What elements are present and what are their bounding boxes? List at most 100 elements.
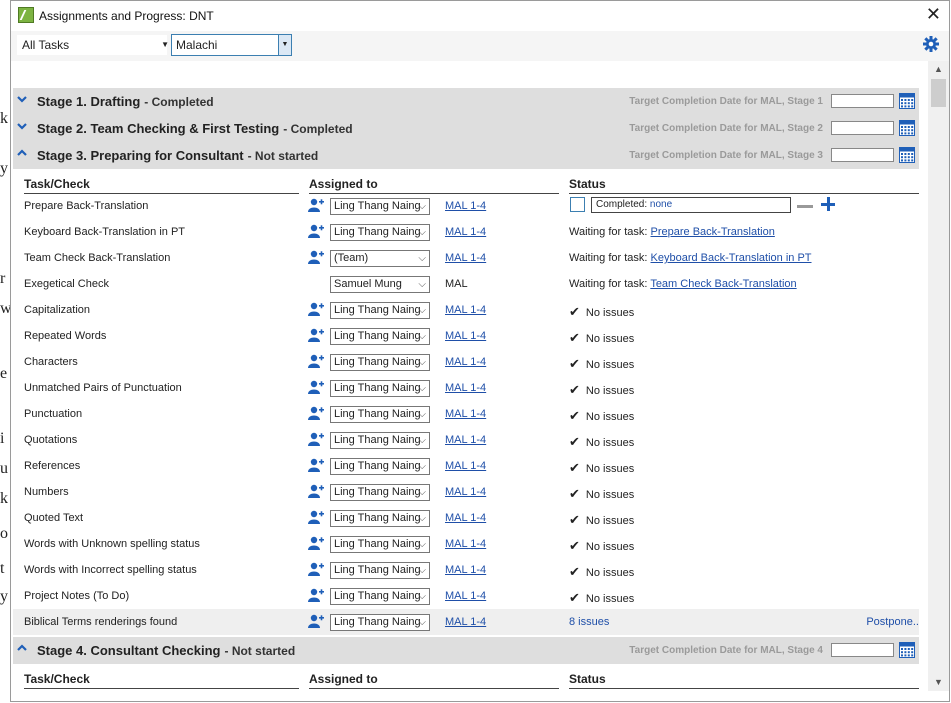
chevron-down-icon[interactable] [16, 120, 28, 132]
assign-user-icon[interactable] [308, 432, 324, 446]
scope-reference[interactable]: MAL 1-4 [445, 460, 486, 472]
assignee-value: Ling Thang Naing [334, 408, 421, 420]
assignee-dropdown[interactable]: Ling Thang Naing ⌵ [330, 224, 430, 241]
assign-user-icon[interactable] [308, 588, 324, 602]
status-task-link[interactable]: Team Check Back-Translation [650, 278, 796, 290]
chevron-up-icon[interactable] [16, 642, 28, 654]
assignee-value: Ling Thang Naing [334, 512, 421, 524]
scope-reference[interactable]: MAL 1-4 [445, 564, 486, 576]
assignee-dropdown[interactable]: Ling Thang Naing ⌵ [330, 614, 430, 631]
target-date-input[interactable] [831, 94, 894, 108]
assign-user-icon[interactable] [308, 536, 324, 550]
assignee-dropdown[interactable]: Ling Thang Naing ⌵ [330, 354, 430, 371]
target-date-input[interactable] [831, 121, 894, 135]
scope-reference[interactable]: MAL 1-4 [445, 512, 486, 524]
postpone-link[interactable]: Postpone... [866, 616, 919, 628]
assignee-dropdown[interactable]: Ling Thang Naing ⌵ [330, 588, 430, 605]
assignee-dropdown[interactable]: Ling Thang Naing ⌵ [330, 198, 430, 215]
assign-user-icon[interactable] [308, 224, 324, 238]
scope-reference[interactable]: MAL 1-4 [445, 408, 486, 420]
calendar-icon[interactable] [899, 93, 915, 109]
close-button[interactable]: ✕ [926, 4, 941, 25]
assignee-dropdown[interactable]: Ling Thang Naing ⌵ [330, 458, 430, 475]
assignee-value: Ling Thang Naing [334, 304, 421, 316]
scope-reference[interactable]: MAL 1-4 [445, 382, 486, 394]
assignee-value: Ling Thang Naing [334, 330, 421, 342]
scroll-thumb[interactable] [931, 79, 946, 107]
assignee-dropdown[interactable]: Ling Thang Naing ⌵ [330, 328, 430, 345]
scope-reference[interactable]: MAL 1-4 [445, 200, 486, 212]
assign-user-icon[interactable] [308, 614, 324, 628]
table-row: Quoted Text Ling Thang Naing ⌵ MAL 1-4 ✔ No i… [13, 505, 919, 531]
assignee-value: Ling Thang Naing [334, 356, 421, 368]
assign-user-icon[interactable] [308, 302, 324, 316]
assignee-dropdown[interactable]: Ling Thang Naing ⌵ [330, 536, 430, 553]
status-task-link[interactable]: Keyboard Back-Translation in PT [651, 252, 812, 264]
assign-user-icon[interactable] [308, 328, 324, 342]
minus-icon[interactable] [797, 205, 813, 208]
assignee-dropdown[interactable]: Ling Thang Naing ⌵ [330, 302, 430, 319]
scroll-down-icon[interactable]: ▼ [928, 674, 949, 691]
scope-reference[interactable]: MAL 1-4 [445, 434, 486, 446]
column-header-status: Status [569, 177, 919, 194]
assignee-dropdown[interactable]: Samuel Mung ⌵ [330, 276, 430, 293]
assignee-dropdown[interactable]: (Team) ⌵ [330, 250, 430, 267]
scope-reference[interactable]: MAL 1-4 [445, 330, 486, 342]
assign-user-icon[interactable] [308, 510, 324, 524]
target-date-label: Target Completion Date for MAL, Stage 4 [629, 645, 823, 656]
assignee-dropdown[interactable]: Ling Thang Naing ⌵ [330, 380, 430, 397]
task-filter-select[interactable]: All Tasks ▼ [17, 35, 169, 55]
stage-header[interactable]: Stage 4. Consultant Checking - Not starte… [13, 637, 919, 664]
status-prefix: Waiting for task: [569, 252, 651, 264]
status-task-link[interactable]: Prepare Back-Translation [651, 226, 775, 238]
scroll-up-icon[interactable]: ▲ [928, 61, 949, 78]
issues-link[interactable]: 8 issues [569, 616, 609, 628]
task-name: Capitalization [24, 304, 91, 316]
stage-header[interactable]: Stage 2. Team Checking & First Testing - … [13, 115, 919, 142]
stage-header[interactable]: Stage 3. Preparing for Consultant - Not s… [13, 142, 919, 169]
chevron-up-icon[interactable] [16, 147, 28, 159]
assignee-dropdown[interactable]: Ling Thang Naing ⌵ [330, 510, 430, 527]
assignee-dropdown[interactable]: Ling Thang Naing ⌵ [330, 432, 430, 449]
assign-user-icon[interactable] [308, 458, 324, 472]
plus-icon[interactable] [821, 197, 835, 211]
book-select[interactable]: Malachi ▼ [171, 34, 292, 56]
stage-name: Stage 2. Team Checking & First Testing [37, 121, 280, 136]
target-date-input[interactable] [831, 148, 894, 162]
assign-user-icon[interactable] [308, 250, 324, 264]
assign-user-icon[interactable] [308, 484, 324, 498]
assignee-dropdown[interactable]: Ling Thang Naing ⌵ [330, 562, 430, 579]
stage-header[interactable]: Stage 1. Drafting - Completed Target Compl… [13, 88, 919, 115]
chevron-down-icon: ⌵ [418, 331, 426, 342]
scope-reference[interactable]: MAL 1-4 [445, 486, 486, 498]
scope-reference[interactable]: MAL 1-4 [445, 356, 486, 368]
scope-reference[interactable]: MAL 1-4 [445, 252, 486, 264]
chevron-down-icon[interactable] [16, 93, 28, 105]
scope-reference[interactable]: MAL 1-4 [445, 538, 486, 550]
chevron-down-icon[interactable]: ▼ [278, 35, 291, 55]
completed-checkbox[interactable] [570, 197, 585, 212]
assign-user-icon[interactable] [308, 354, 324, 368]
settings-gear-icon[interactable] [923, 36, 939, 52]
assign-user-icon[interactable] [308, 406, 324, 420]
scope-reference[interactable]: MAL 1-4 [445, 616, 486, 628]
scope-reference[interactable]: MAL 1-4 [445, 590, 486, 602]
target-date-input[interactable] [831, 643, 894, 657]
calendar-icon[interactable] [899, 120, 915, 136]
calendar-icon[interactable] [899, 147, 915, 163]
task-status: ✔ No issues [569, 408, 634, 424]
scope-reference[interactable]: MAL 1-4 [445, 304, 486, 316]
assignee-dropdown[interactable]: Ling Thang Naing ⌵ [330, 406, 430, 423]
assign-user-icon[interactable] [308, 198, 324, 212]
table-row: References Ling Thang Naing ⌵ MAL 1-4 ✔ No is… [13, 453, 919, 479]
calendar-icon[interactable] [899, 642, 915, 658]
vertical-scrollbar[interactable]: ▲ ▼ [928, 61, 949, 691]
task-status: ✔ No issues [569, 304, 634, 320]
completed-field[interactable]: Completed: none [591, 197, 791, 213]
scope-reference[interactable]: MAL 1-4 [445, 226, 486, 238]
stage-title: Stage 2. Team Checking & First Testing - … [37, 121, 353, 136]
assign-user-icon[interactable] [308, 562, 324, 576]
table-row: Capitalization Ling Thang Naing ⌵ MAL 1-4 ✔ N… [13, 297, 919, 323]
assignee-dropdown[interactable]: Ling Thang Naing ⌵ [330, 484, 430, 501]
assign-user-icon[interactable] [308, 380, 324, 394]
